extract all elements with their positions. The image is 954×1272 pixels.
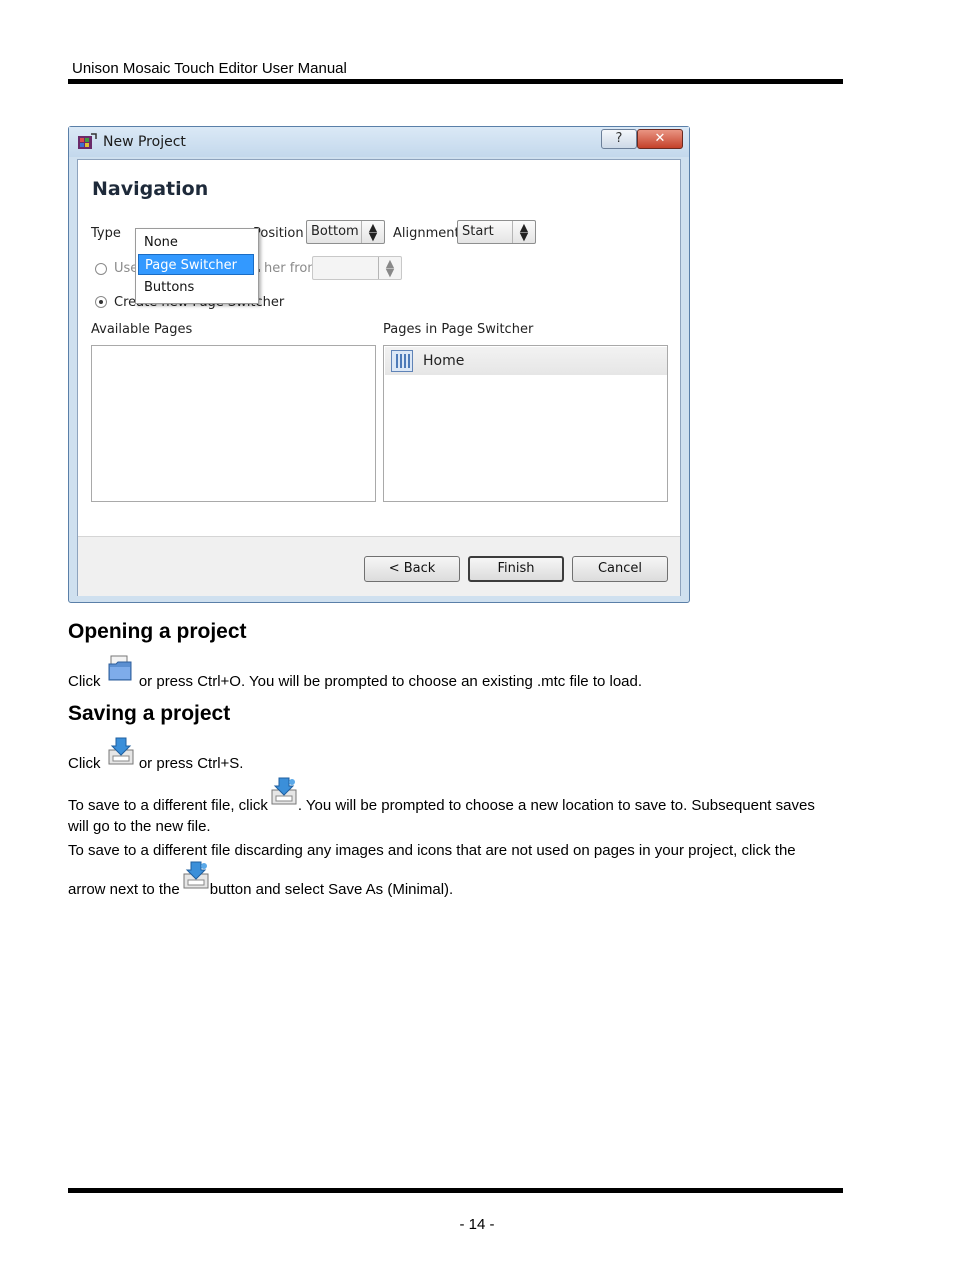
save-icon: [107, 737, 134, 772]
finish-button[interactable]: Finish: [468, 556, 564, 582]
save-minimal-text-after: button and select Save As (Minimal).: [209, 881, 454, 898]
page-switcher-icon: [391, 350, 413, 372]
menu-item-none[interactable]: None: [138, 232, 254, 253]
save-text-before: Click: [68, 755, 101, 772]
save-minimal-text-before: arrow next to the: [68, 881, 180, 898]
opening-text-before: Click: [68, 673, 101, 690]
pages-in-switcher-label: Pages in Page Switcher: [383, 322, 534, 337]
opening-text-after: or press Ctrl+O. You will be prompted to…: [138, 673, 643, 690]
spin-arrows-icon: ▲ ▼: [378, 257, 401, 279]
pages-in-switcher-list[interactable]: Home: [383, 345, 668, 502]
footer-rule: [68, 1188, 843, 1193]
cancel-button[interactable]: Cancel: [572, 556, 668, 582]
save-as-text-before: To save to a different file, click: [68, 797, 268, 814]
new-project-dialog: New Project ? ✕ Navigation Type Position…: [68, 126, 690, 603]
spin-arrows-icon: ▲ ▼: [512, 221, 535, 243]
dialog-titlebar[interactable]: New Project ? ✕: [69, 127, 689, 157]
folder-open-icon: [107, 655, 133, 690]
save-text-after: or press Ctrl+S.: [138, 755, 244, 772]
app-icon: [78, 133, 97, 149]
type-dropdown-menu: None Page Switcher Buttons: [135, 228, 259, 304]
position-label: Position: [253, 226, 304, 241]
menu-item-page-switcher[interactable]: Page Switcher: [138, 254, 254, 275]
use-existing-radio[interactable]: [95, 263, 107, 275]
alignment-label: Alignment: [393, 226, 460, 241]
page-heading: Navigation: [92, 178, 209, 200]
page-name: Home: [423, 353, 465, 369]
opening-paragraph: Click or press Ctrl+O. You will be promp…: [68, 655, 643, 692]
saving-paragraph-3-line1: To save to a different file discarding a…: [68, 842, 796, 859]
saving-heading: Saving a project: [68, 702, 231, 725]
document-header-title: Unison Mosaic Touch Editor User Manual: [72, 60, 347, 77]
list-item[interactable]: Home: [385, 347, 667, 375]
saving-paragraph-3-line2: arrow next to the button and select Save…: [68, 861, 454, 900]
opening-heading: Opening a project: [68, 620, 247, 643]
position-select[interactable]: Bottom ▲ ▼: [306, 220, 385, 244]
help-button[interactable]: ?: [601, 129, 637, 149]
dialog-button-bar: < Back Finish Cancel: [78, 536, 680, 596]
position-value: Bottom: [311, 224, 359, 239]
create-new-radio[interactable]: [95, 296, 107, 308]
dialog-client-area: Navigation Type Position Bottom ▲ ▼ Align…: [77, 159, 681, 596]
type-label: Type: [91, 226, 121, 241]
alignment-value: Start: [462, 224, 494, 239]
save-as-icon: [182, 861, 209, 898]
close-button[interactable]: ✕: [637, 129, 683, 149]
saving-paragraph-1: Click or press Ctrl+S.: [68, 737, 244, 774]
available-pages-label: Available Pages: [91, 322, 193, 337]
existing-switcher-select[interactable]: ▲ ▼: [312, 256, 402, 280]
save-as-icon: [270, 777, 297, 814]
save-as-text-line2: will go to the new file.: [68, 818, 211, 835]
saving-paragraph-2: To save to a different file, click . You…: [68, 777, 815, 837]
save-as-text-after: . You will be prompted to choose a new l…: [297, 797, 815, 814]
header-rule: [68, 79, 843, 84]
alignment-select[interactable]: Start ▲ ▼: [457, 220, 536, 244]
available-pages-list[interactable]: [91, 345, 376, 502]
dialog-title: New Project: [103, 134, 186, 150]
spin-arrows-icon: ▲ ▼: [361, 221, 384, 243]
page-number: - 14 -: [459, 1216, 495, 1233]
back-button[interactable]: < Back: [364, 556, 460, 582]
menu-item-buttons[interactable]: Buttons: [138, 277, 254, 298]
